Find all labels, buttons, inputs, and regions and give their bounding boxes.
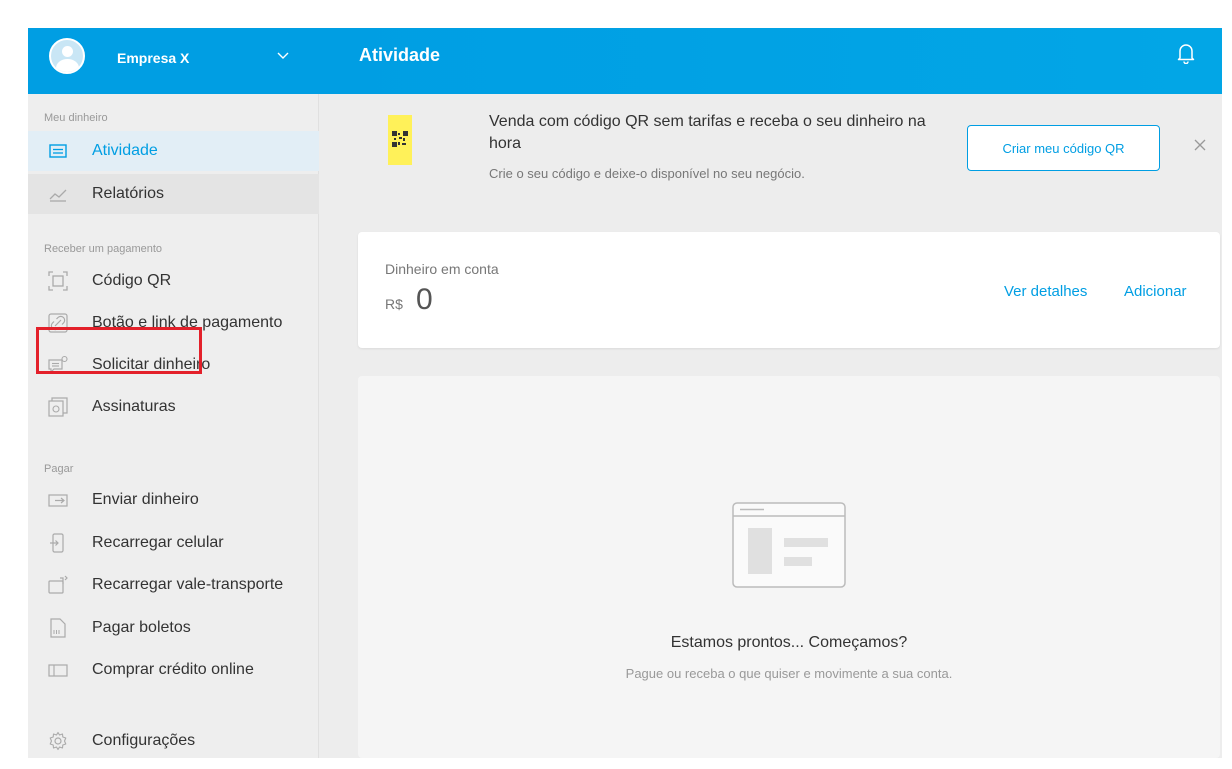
bell-icon[interactable] [1176,42,1196,64]
page-title: Atividade [359,45,441,65]
sidebar-item-label: Recarregar vale-transporte [92,576,284,593]
sidebar-item-label: Código QR [92,272,172,289]
empty-state-title: Estamos prontos... Começamos? [670,634,908,651]
credit-icon [48,664,68,677]
section-label-receber: Receber um pagamento [44,243,163,255]
sidebar-item-atividade[interactable]: Atividade [28,131,319,171]
sidebar-item-codigo-qr[interactable]: Código QR [28,261,319,301]
sidebar-item-configuracoes[interactable]: Configurações [28,721,319,758]
chevron-down-icon[interactable] [276,48,290,62]
sidebar-item-boletos[interactable]: Pagar boletos [28,608,319,648]
app-window: Empresa X Atividade Meu dinheiro Ativida… [28,28,1222,758]
sidebar-item-credito[interactable]: Comprar crédito online [28,650,319,690]
sidebar-item-assinaturas[interactable]: Assinaturas [28,387,319,427]
sidebar-item-celular[interactable]: Recarregar celular [28,523,319,563]
details-link[interactable]: Ver detalhes [1004,283,1087,300]
chart-icon [49,189,67,202]
banner-subtitle: Crie o seu código e deixe-o disponível n… [489,166,805,181]
qr-promo-image [388,115,412,165]
send-money-icon [48,494,68,507]
balance-currency: R$ [385,296,403,312]
balance-card: Dinheiro em conta R$ 0 Ver detalhes Adic… [358,232,1220,348]
account-switcher[interactable]: Empresa X [28,28,319,94]
activity-empty-state: Estamos prontos... Começamos? Pague ou r… [358,376,1220,758]
sidebar-item-vale-transporte[interactable]: Recarregar vale-transporte [28,565,319,605]
sidebar-item-label: Pagar boletos [92,619,191,636]
sidebar-item-label: Atividade [92,142,158,159]
highlight-box [36,327,202,374]
bill-icon [50,618,66,638]
sidebar-item-label: Enviar dinheiro [92,491,199,508]
gear-icon [49,731,67,751]
balance-value: 0 [416,283,433,316]
empty-state-subtitle: Pague ou receba o que quiser e movimente… [625,666,953,681]
sidebar-item-enviar[interactable]: Enviar dinheiro [28,480,319,520]
avatar[interactable] [49,38,85,74]
top-bar: Atividade [319,28,1222,94]
section-label-meu-dinheiro: Meu dinheiro [44,112,108,124]
sidebar-item-label: Comprar crédito online [92,661,254,678]
activity-icon [49,144,67,158]
qr-promo-banner: Venda com código QR sem tarifas e receba… [358,103,1222,207]
phone-icon [50,533,64,553]
qr-code-icon [392,131,408,147]
sidebar-item-relatorios[interactable]: Relatórios [28,174,319,214]
sidebar-item-label: Configurações [92,732,196,749]
empty-activity-illustration [732,502,846,588]
add-money-link[interactable]: Adicionar [1124,283,1187,300]
balance-label: Dinheiro em conta [385,261,499,277]
transport-card-icon [48,575,68,594]
sidebar-item-label: Assinaturas [92,398,176,415]
sidebar: Meu dinheiro Atividade Relatórios Recebe… [28,94,319,758]
banner-title: Venda com código QR sem tarifas e receba… [489,113,926,152]
qr-code-icon [48,271,68,291]
sidebar-item-label: Relatórios [92,185,165,202]
create-qr-button[interactable]: Criar meu código QR [967,125,1160,171]
sidebar-item-label: Recarregar celular [92,534,224,551]
company-name: Empresa X [117,50,190,66]
subscriptions-icon [48,397,68,417]
section-label-pagar: Pagar [44,463,74,475]
close-icon[interactable] [1192,137,1208,153]
